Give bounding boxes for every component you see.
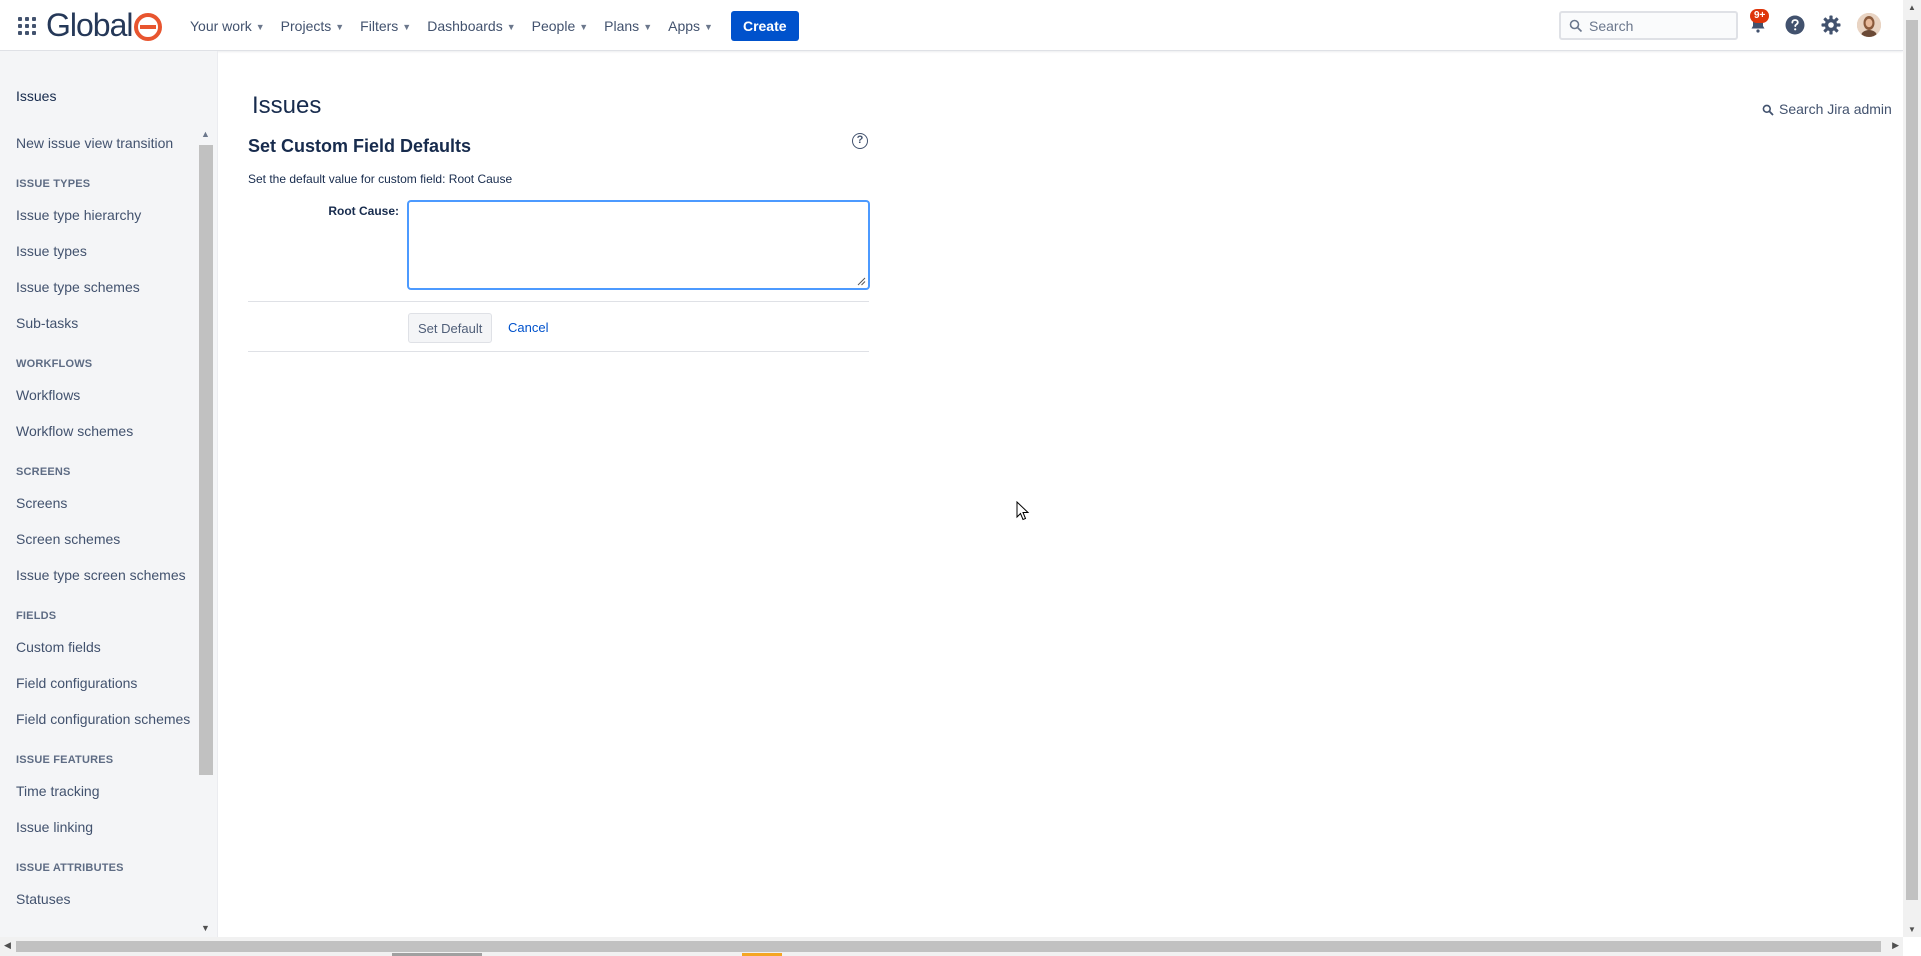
sidebar-scrollbar[interactable]: ▲ ▼ bbox=[197, 127, 215, 935]
nav-label: Filters bbox=[360, 17, 399, 34]
nav-plans[interactable]: Plans ▼ bbox=[596, 10, 660, 42]
sidebar-title[interactable]: Issues bbox=[16, 88, 56, 104]
help-icon[interactable] bbox=[1783, 13, 1807, 37]
nav-label: Dashboards bbox=[427, 17, 503, 34]
logo[interactable]: Global bbox=[46, 5, 162, 45]
nav-label: Projects bbox=[280, 17, 332, 34]
scroll-left-arrow-icon[interactable]: ◀ bbox=[4, 940, 11, 951]
mouse-pointer-icon bbox=[1016, 501, 1030, 521]
sidebar-heading-issue-features: ISSUE FEATURES bbox=[16, 754, 114, 766]
sidebar-item-custom-fields[interactable]: Custom fields bbox=[0, 629, 197, 665]
search-icon bbox=[1569, 19, 1583, 33]
question-mark-icon[interactable]: ? bbox=[852, 133, 868, 149]
sidebar-item-issue-type-schemes[interactable]: Issue type schemes bbox=[0, 269, 197, 305]
root-cause-label: Root Cause: bbox=[328, 204, 399, 218]
sidebar-item-field-configurations[interactable]: Field configurations bbox=[0, 665, 197, 701]
chevron-down-icon: ▼ bbox=[579, 21, 589, 32]
sidebar-item-sub-tasks[interactable]: Sub-tasks bbox=[0, 305, 197, 341]
sidebar-list: New issue view transition ISSUE TYPES Is… bbox=[0, 125, 197, 935]
nav-apps[interactable]: Apps ▼ bbox=[660, 10, 721, 42]
sidebar-item-workflows[interactable]: Workflows bbox=[0, 377, 197, 413]
nav-label: Plans bbox=[604, 17, 640, 34]
avatar[interactable] bbox=[1857, 13, 1881, 37]
logo-text: Global bbox=[46, 6, 133, 43]
search-jira-admin-link[interactable]: Search Jira admin bbox=[1762, 101, 1892, 117]
sidebar-item-statuses[interactable]: Statuses bbox=[0, 881, 197, 917]
admin-sidebar: Issues New issue view transition ISSUE T… bbox=[0, 51, 218, 937]
window-horizontal-scrollbar[interactable]: ◀ ▶ bbox=[0, 937, 1903, 956]
scroll-down-arrow-icon[interactable]: ▼ bbox=[1908, 925, 1916, 934]
nav-your-work[interactable]: Your work ▼ bbox=[182, 10, 273, 42]
sidebar-item-issue-type-screen-schemes[interactable]: Issue type screen schemes bbox=[0, 557, 197, 593]
sidebar-item-workflow-schemes[interactable]: Workflow schemes bbox=[0, 413, 197, 449]
nav-people[interactable]: People ▼ bbox=[524, 10, 597, 42]
page-title: Issues bbox=[252, 92, 322, 119]
field-description: Set the default value for custom field: … bbox=[248, 172, 513, 186]
sidebar-heading-issue-attributes: ISSUE ATTRIBUTES bbox=[16, 862, 124, 874]
root-cause-textarea[interactable] bbox=[408, 201, 869, 289]
nav-label: People bbox=[531, 17, 576, 34]
scroll-down-arrow-icon[interactable]: ▼ bbox=[201, 923, 210, 933]
divider bbox=[248, 351, 869, 352]
logo-e-mark bbox=[133, 12, 162, 41]
sidebar-heading-issue-types: ISSUE TYPES bbox=[16, 178, 91, 190]
sidebar-item-issue-types[interactable]: Issue types bbox=[0, 233, 197, 269]
sidebar-scroll-thumb[interactable] bbox=[199, 145, 213, 775]
divider bbox=[248, 301, 869, 302]
chevron-down-icon: ▼ bbox=[506, 21, 516, 32]
sidebar-heading-fields: FIELDS bbox=[16, 610, 57, 622]
scroll-up-arrow-icon[interactable]: ▲ bbox=[201, 129, 210, 139]
nav-projects[interactable]: Projects ▼ bbox=[273, 10, 353, 42]
set-default-button[interactable]: Set Default bbox=[408, 313, 493, 343]
sidebar-heading-screens: SCREENS bbox=[16, 466, 71, 478]
create-button[interactable]: Create bbox=[730, 10, 799, 41]
global-search[interactable] bbox=[1559, 11, 1738, 40]
vertical-scroll-thumb[interactable] bbox=[1906, 20, 1918, 900]
nav-filters[interactable]: Filters ▼ bbox=[352, 10, 419, 42]
scroll-up-arrow-icon[interactable]: ▲ bbox=[1908, 3, 1916, 12]
chevron-down-icon: ▼ bbox=[335, 21, 345, 32]
resize-handle-icon[interactable] bbox=[856, 276, 866, 286]
search-icon bbox=[1762, 103, 1774, 116]
nav-label: Your work bbox=[190, 17, 252, 34]
sidebar-item-screens[interactable]: Screens bbox=[0, 485, 197, 521]
nav-label: Apps bbox=[668, 17, 701, 34]
search-jira-admin-label: Search Jira admin bbox=[1779, 101, 1892, 117]
app-switcher-icon[interactable] bbox=[15, 14, 37, 36]
section-title: Set Custom Field Defaults bbox=[248, 136, 472, 156]
chevron-down-icon: ▼ bbox=[255, 21, 265, 32]
cancel-link[interactable]: Cancel bbox=[508, 320, 548, 335]
window-vertical-scrollbar[interactable]: ▲ ▼ bbox=[1903, 0, 1921, 937]
sidebar-item-screen-schemes[interactable]: Screen schemes bbox=[0, 521, 197, 557]
sidebar-heading-workflows: WORKFLOWS bbox=[16, 358, 93, 370]
notification-badge: 9+ bbox=[1750, 9, 1770, 23]
chevron-down-icon: ▼ bbox=[643, 21, 653, 32]
search-input[interactable] bbox=[1589, 17, 1729, 34]
nav-dashboards[interactable]: Dashboards ▼ bbox=[419, 10, 523, 42]
scroll-right-arrow-icon[interactable]: ▶ bbox=[1892, 940, 1899, 951]
settings-icon[interactable] bbox=[1819, 13, 1843, 37]
sidebar-item-field-configuration-schemes[interactable]: Field configuration schemes bbox=[0, 701, 197, 737]
sidebar-item-issue-linking[interactable]: Issue linking bbox=[0, 809, 197, 845]
horizontal-scroll-thumb[interactable] bbox=[16, 941, 1881, 952]
sidebar-item-new-issue-view-transition[interactable]: New issue view transition bbox=[0, 125, 197, 161]
sidebar-item-issue-type-hierarchy[interactable]: Issue type hierarchy bbox=[0, 197, 197, 233]
chevron-down-icon: ▼ bbox=[402, 21, 412, 32]
main-nav: Your work ▼ Projects ▼ Filters ▼ Dashboa… bbox=[182, 0, 799, 51]
top-navigation: Global Your work ▼ Projects ▼ Filters ▼ … bbox=[0, 0, 1903, 51]
chevron-down-icon: ▼ bbox=[704, 21, 713, 32]
sidebar-item-time-tracking[interactable]: Time tracking bbox=[0, 773, 197, 809]
